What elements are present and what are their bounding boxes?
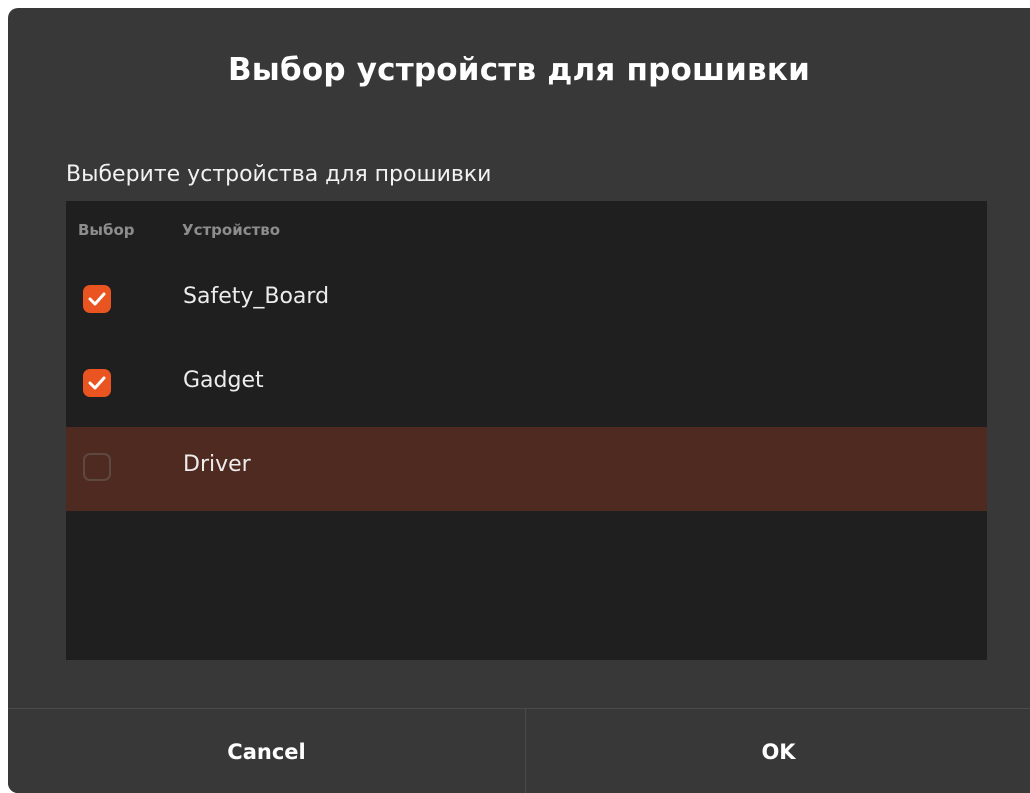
device-row-gadget[interactable]: Gadget xyxy=(66,343,987,427)
column-header-select[interactable]: Выбор xyxy=(78,221,135,239)
check-icon xyxy=(88,292,106,306)
device-checkbox[interactable] xyxy=(83,369,111,397)
ok-button[interactable]: OK xyxy=(527,709,1030,793)
device-name: Safety_Board xyxy=(183,284,330,309)
list-header: Выбор Устройство xyxy=(66,201,987,259)
device-row-driver[interactable]: Driver xyxy=(66,427,987,511)
dialog-title: Выбор устройств для прошивки xyxy=(227,52,811,88)
device-checkbox[interactable] xyxy=(83,285,111,313)
dialog-subtitle: Выберите устройства для прошивки xyxy=(66,162,492,187)
device-checkbox[interactable] xyxy=(83,453,111,481)
device-name: Driver xyxy=(183,452,251,477)
device-name: Gadget xyxy=(183,368,264,393)
cancel-button[interactable]: Cancel xyxy=(8,709,526,793)
dialog-footer: Cancel OK xyxy=(8,708,1030,793)
check-icon xyxy=(88,376,106,390)
device-row-safety-board[interactable]: Safety_Board xyxy=(66,259,987,343)
firmware-device-dialog: Выбор устройств для прошивки Выберите ус… xyxy=(8,8,1030,793)
column-header-device[interactable]: Устройство xyxy=(182,221,280,239)
device-list: Выбор Устройство Safety_Board Gadget Dri… xyxy=(66,201,987,660)
